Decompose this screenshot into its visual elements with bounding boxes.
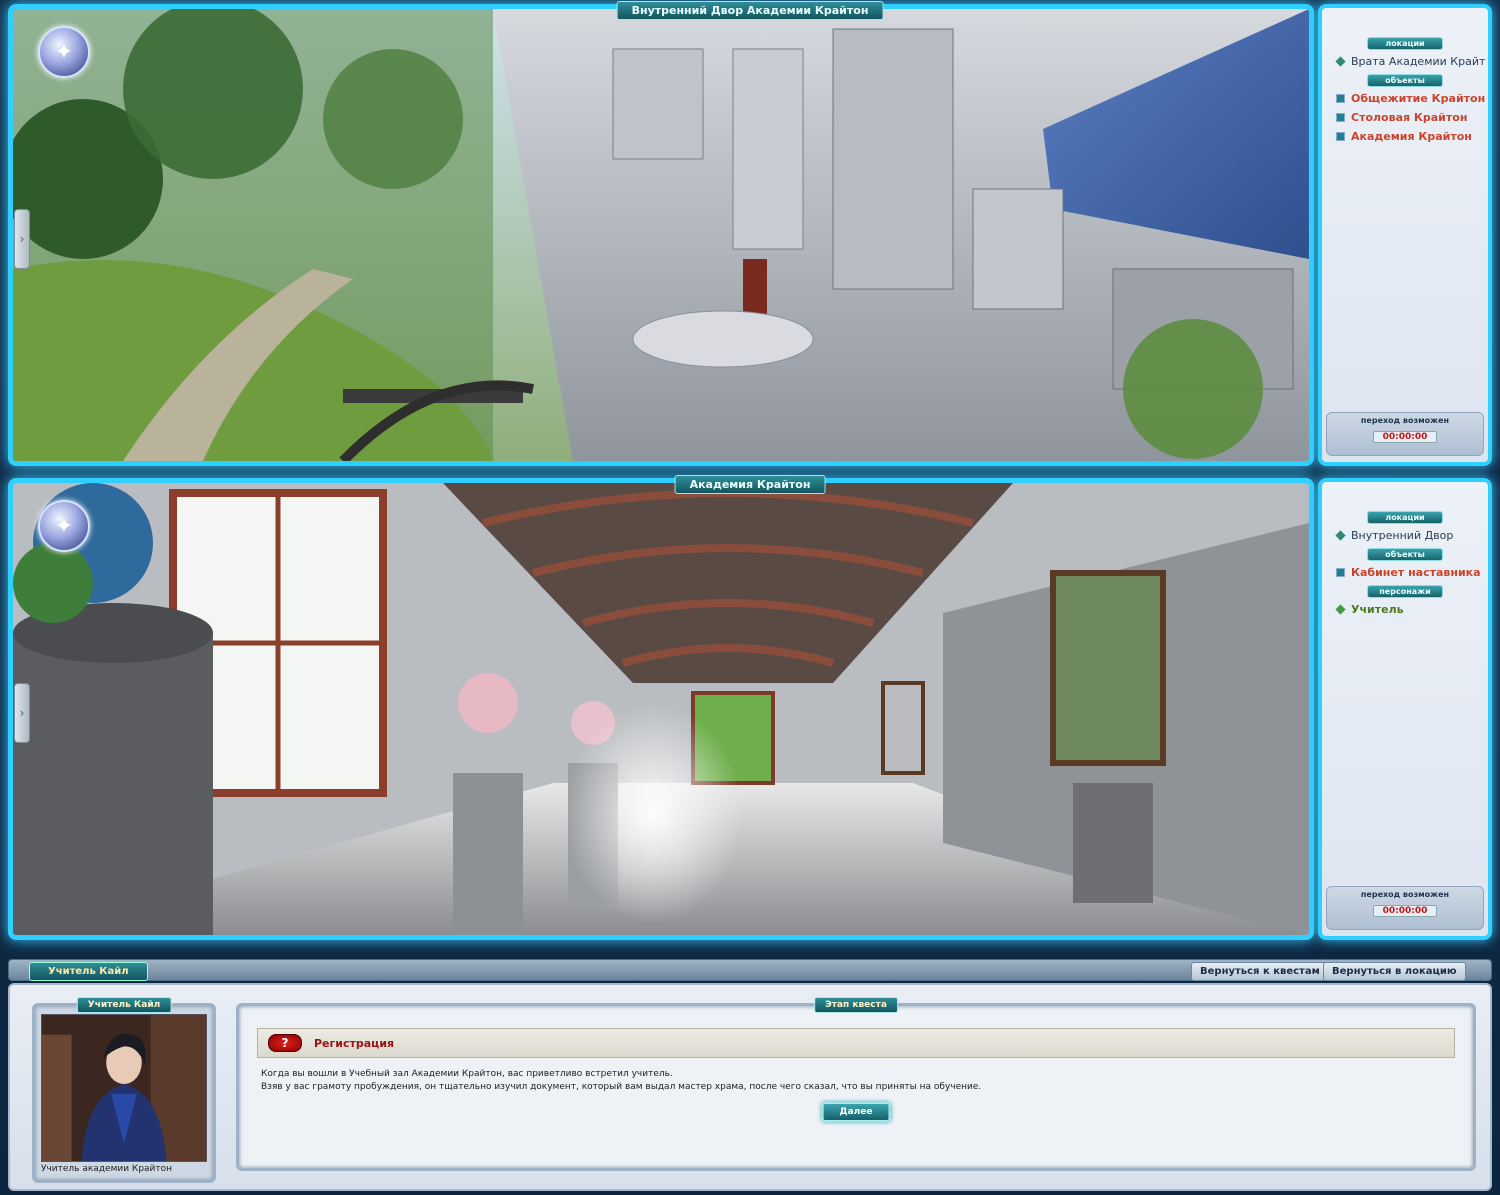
- question-mark-icon: ?: [268, 1034, 302, 1052]
- section-header-characters: персонажи: [1367, 585, 1443, 598]
- map-orb-button[interactable]: ✦: [38, 26, 90, 78]
- location-icon: [1335, 56, 1346, 67]
- npc-portrait: [41, 1014, 207, 1162]
- location-panel-academy: Академия Крайтон › ✦ локации Внутренний …: [8, 475, 1492, 940]
- npc-portrait-box: Учитель Кайл Учитель академии Крайтон: [32, 997, 216, 1183]
- navigation-sidebar: локации Внутренний Двор объекты Кабинет …: [1318, 478, 1492, 940]
- section-header-objects: объекты: [1367, 548, 1443, 561]
- expand-arrow-button[interactable]: ›: [14, 683, 30, 743]
- navigation-sidebar: локации Врата Академии Крайт объекты Общ…: [1318, 4, 1492, 466]
- transition-timer: 00:00:00: [1373, 905, 1437, 917]
- object-link[interactable]: Столовая Крайтон: [1322, 108, 1488, 127]
- quest-dialog: Учитель Кайл Учитель академии Крайтон Эт…: [8, 983, 1492, 1191]
- location-link-label: Внутренний Двор: [1351, 529, 1454, 542]
- chevron-right-icon: ›: [19, 706, 25, 720]
- back-to-quests-button[interactable]: Вернуться к квестам: [1191, 962, 1329, 981]
- door-icon: [1336, 94, 1345, 103]
- npc-name-title: Учитель Кайл: [76, 997, 172, 1013]
- door-icon: [1336, 113, 1345, 122]
- quest-stage-title: Этап квеста: [814, 997, 898, 1013]
- globe-icon: ✦: [54, 39, 74, 65]
- quest-title: Регистрация: [314, 1036, 395, 1050]
- quest-header: ? Регистрация: [257, 1028, 1455, 1058]
- transition-label: переход возможен: [1360, 416, 1450, 425]
- character-link[interactable]: Учитель: [1322, 600, 1488, 619]
- scene-academy-hall: [8, 478, 1314, 940]
- location-title: Академия Крайтон: [674, 475, 826, 494]
- dialog-tabbar: Учитель Кайл Вернуться к квестам Вернуть…: [8, 959, 1492, 981]
- academy-hall-illustration: [13, 483, 1309, 935]
- courtyard-illustration: [13, 9, 1309, 461]
- quest-stage-box: Этап квеста ? Регистрация Когда вы вошли…: [236, 997, 1476, 1171]
- quest-description: Когда вы вошли в Учебный зал Академии Кр…: [261, 1068, 1453, 1094]
- quest-text-line: Когда вы вошли в Учебный зал Академии Кр…: [261, 1069, 673, 1079]
- game-screen: Внутренний Двор Академии Крайтон › ✦ лок…: [0, 0, 1500, 1195]
- door-icon: [1336, 132, 1345, 141]
- location-link[interactable]: Врата Академии Крайт: [1322, 52, 1488, 71]
- transition-label: переход возможен: [1360, 890, 1450, 899]
- location-title: Внутренний Двор Академии Крайтон: [616, 1, 884, 20]
- section-header-locations: локации: [1367, 511, 1443, 524]
- object-link-label: Общежитие Крайтон: [1351, 92, 1486, 105]
- object-link[interactable]: Кабинет наставника: [1322, 563, 1488, 582]
- back-to-location-button[interactable]: Вернуться в локацию: [1323, 962, 1466, 981]
- section-header-objects: объекты: [1367, 74, 1443, 87]
- character-icon: [1335, 604, 1346, 615]
- object-link-label: Кабинет наставника: [1351, 566, 1481, 579]
- map-orb-button[interactable]: ✦: [38, 500, 90, 552]
- transition-status: переход возможен 00:00:00: [1326, 886, 1484, 930]
- location-link-label: Врата Академии Крайт: [1351, 55, 1486, 68]
- teacher-portrait-illustration: [42, 1015, 206, 1161]
- character-link-label: Учитель: [1351, 603, 1404, 616]
- expand-arrow-button[interactable]: ›: [14, 209, 30, 269]
- location-link[interactable]: Внутренний Двор: [1322, 526, 1488, 545]
- scene-courtyard: [8, 4, 1314, 466]
- object-link[interactable]: Общежитие Крайтон: [1322, 89, 1488, 108]
- section-header-locations: локации: [1367, 37, 1443, 50]
- dialog-tab-name[interactable]: Учитель Кайл: [29, 962, 148, 981]
- object-link-label: Столовая Крайтон: [1351, 111, 1468, 124]
- object-link-label: Академия Крайтон: [1351, 130, 1472, 143]
- npc-caption: Учитель академии Крайтон: [41, 1164, 173, 1174]
- object-link[interactable]: Академия Крайтон: [1322, 127, 1488, 146]
- transition-timer: 00:00:00: [1373, 431, 1437, 443]
- transition-status: переход возможен 00:00:00: [1326, 412, 1484, 456]
- quest-text-line: Взяв у вас грамоту пробуждения, он тщате…: [261, 1082, 982, 1092]
- chevron-right-icon: ›: [19, 232, 25, 246]
- globe-icon: ✦: [54, 513, 74, 539]
- location-panel-courtyard: Внутренний Двор Академии Крайтон › ✦ лок…: [8, 1, 1492, 466]
- next-button[interactable]: Далее: [821, 1102, 891, 1122]
- location-icon: [1335, 530, 1346, 541]
- door-icon: [1336, 568, 1345, 577]
